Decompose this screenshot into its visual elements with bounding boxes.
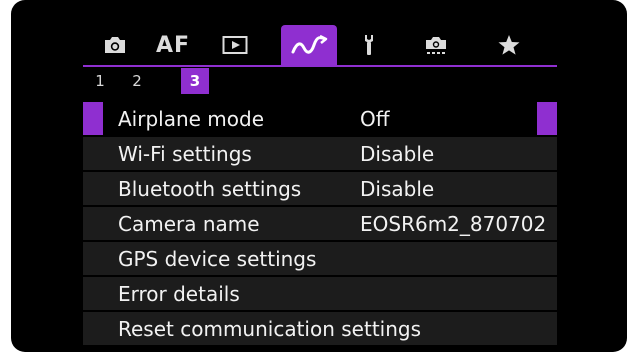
- menu-item-wifi-settings[interactable]: Wi-Fi settings Disable: [83, 137, 557, 170]
- menu-tab-bar: AF: [83, 25, 557, 65]
- menu-item-value: Off: [360, 106, 390, 131]
- menu-item-label: Error details: [118, 281, 240, 306]
- tab-af-label: AF: [155, 32, 191, 58]
- menu-item-camera-name[interactable]: Camera name EOSR6m2_870702: [83, 207, 557, 240]
- tab-shooting[interactable]: [87, 25, 143, 65]
- menu-item-reset-communication-settings[interactable]: Reset communication settings: [83, 312, 557, 345]
- menu-item-label: Reset communication settings: [118, 316, 422, 341]
- tab-custom-functions[interactable]: [408, 25, 464, 65]
- tab-setup[interactable]: [343, 25, 399, 65]
- menu-item-label: Wi-Fi settings: [118, 141, 252, 166]
- page-3[interactable]: 3: [181, 68, 209, 94]
- page-2[interactable]: 2: [123, 68, 151, 94]
- menu-item-label: GPS device settings: [118, 246, 317, 271]
- menu-list: Airplane mode Off Wi-Fi settings Disable…: [83, 102, 557, 347]
- wireless-icon: [291, 34, 328, 54]
- page-1[interactable]: 1: [86, 68, 114, 94]
- menu-item-value: Disable: [360, 141, 435, 166]
- menu-item-airplane-mode[interactable]: Airplane mode Off: [83, 102, 557, 135]
- tab-my-menu[interactable]: [481, 25, 537, 65]
- menu-item-gps-device-settings[interactable]: GPS device settings: [83, 242, 557, 275]
- menu-item-value: Disable: [360, 176, 435, 201]
- menu-item-value: EOSR6m2_870702: [360, 211, 547, 236]
- wrench-icon: [365, 35, 373, 55]
- tab-underline: [83, 65, 557, 67]
- star-icon: [498, 35, 520, 55]
- play-icon: [222, 36, 248, 54]
- tab-af[interactable]: AF: [145, 25, 201, 65]
- camera-icon: [105, 37, 125, 53]
- camera-screen: AF 1 2 3 Airplane mode Off Wi-Fi setting…: [83, 17, 557, 347]
- menu-item-error-details[interactable]: Error details: [83, 277, 557, 310]
- tab-wireless[interactable]: [281, 25, 337, 65]
- menu-item-label: Airplane mode: [118, 106, 265, 131]
- page-indicator: 1 2 3: [83, 68, 557, 94]
- custom-camera-icon: [426, 37, 446, 54]
- menu-item-label: Camera name: [118, 211, 260, 236]
- tab-playback[interactable]: [207, 25, 263, 65]
- menu-item-label: Bluetooth settings: [118, 176, 302, 201]
- menu-item-bluetooth-settings[interactable]: Bluetooth settings Disable: [83, 172, 557, 205]
